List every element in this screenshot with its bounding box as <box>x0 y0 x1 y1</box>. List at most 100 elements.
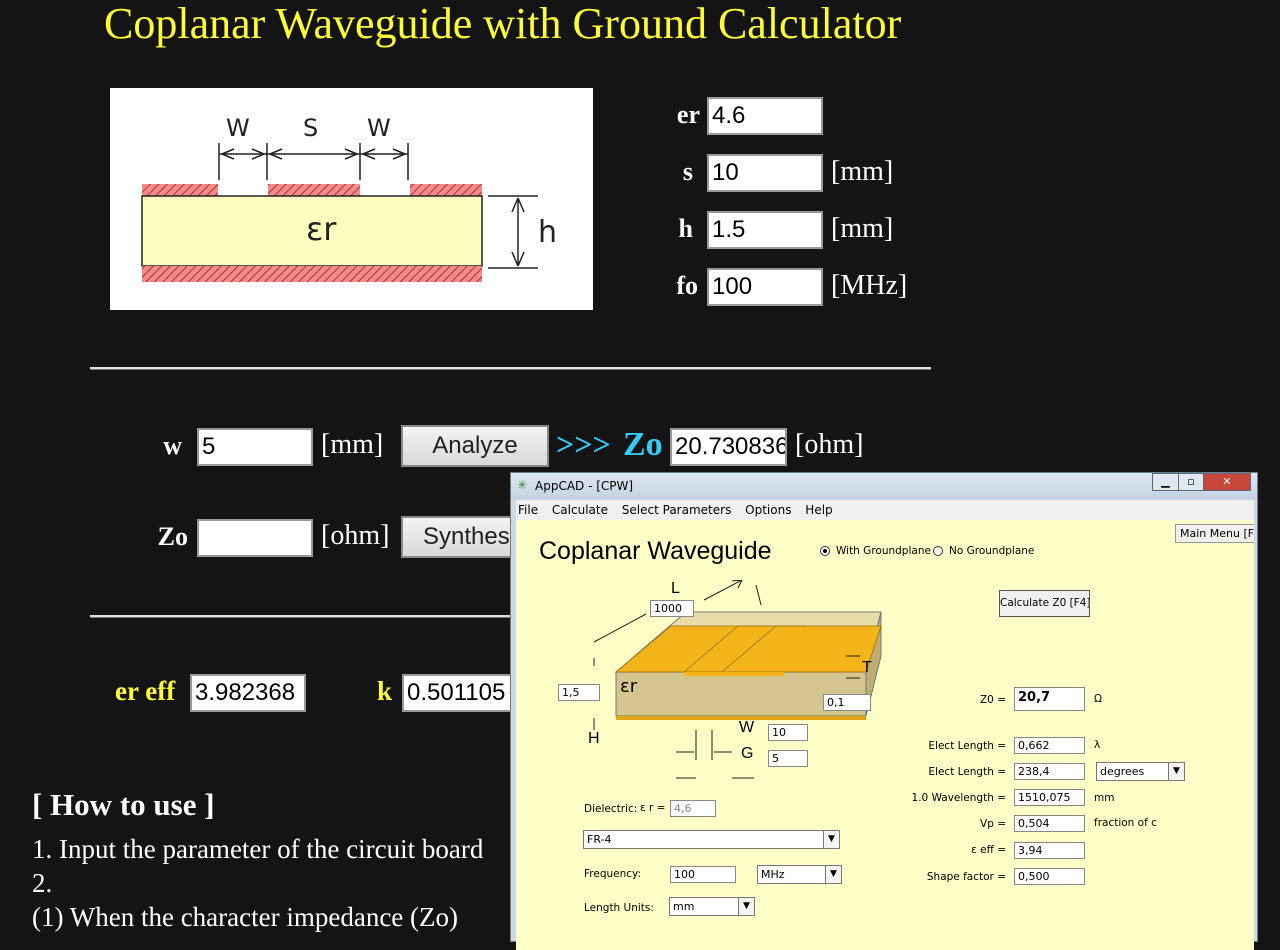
vp-field[interactable]: 0,504 <box>1014 815 1085 832</box>
diagram-h-label: h <box>538 215 557 250</box>
elect-length-1-field[interactable]: 0,662 <box>1014 737 1085 754</box>
w-label: w <box>163 431 182 460</box>
app-icon: ✳ <box>517 478 528 492</box>
diagram-w-right-label: W <box>367 114 391 142</box>
w-unit: [mm] <box>321 429 384 460</box>
howto-heading: [ How to use ] <box>32 787 215 822</box>
er-value-field[interactable]: 4,6 <box>670 800 716 817</box>
dia-L-label: L <box>671 580 680 597</box>
radio-with-groundplane[interactable] <box>820 546 830 556</box>
zo-synth-input[interactable] <box>197 519 313 557</box>
frequency-unit-select[interactable]: MHz ▼ <box>757 865 842 884</box>
s-unit: [mm] <box>831 156 894 187</box>
menu-help[interactable]: Help <box>805 503 832 517</box>
cpw-diagram-svg: W S W εr h <box>141 114 557 282</box>
appcad-menubar: File Calculate Select Parameters Options… <box>516 500 1254 520</box>
appcad-titlebar[interactable]: ✳ AppCAD - [CPW] ▁ ▫ ✕ <box>511 473 1257 499</box>
shape-factor-label: Shape factor = <box>926 871 1006 883</box>
divider-top <box>90 367 931 370</box>
dia-H-field[interactable]: 1,5 <box>558 684 600 701</box>
menu-options[interactable]: Options <box>745 503 791 517</box>
dia-W-label: W <box>739 719 755 736</box>
dia-T-label: T <box>862 659 872 676</box>
dielectric-label: Dielectric: <box>584 803 638 815</box>
elect-length-2-label: Elect Length = <box>928 766 1006 778</box>
arrow-indicator: >>> <box>556 426 611 462</box>
er-eff-label: er eff <box>115 676 176 706</box>
radio-no-label: No Groundplane <box>949 545 1035 557</box>
radio-no-groundplane[interactable] <box>933 546 943 556</box>
chevron-down-icon[interactable]: ▼ <box>738 898 754 915</box>
analyze-button[interactable]: Analyze <box>401 425 549 467</box>
h-unit: [mm] <box>831 213 894 244</box>
diagram-w-left-label: W <box>226 114 250 142</box>
close-icon[interactable]: ✕ <box>1203 473 1251 491</box>
menu-select-parameters[interactable]: Select Parameters <box>622 503 732 517</box>
main-menu-button[interactable]: Main Menu [F8] <box>1175 524 1254 543</box>
fo-input[interactable]: 100 <box>707 268 823 306</box>
elect-length-unit-select[interactable]: degrees ▼ <box>1096 762 1185 781</box>
dia-er-label: εr <box>620 676 638 697</box>
eeff-label: ε eff = <box>971 844 1006 856</box>
menu-calculate[interactable]: Calculate <box>552 503 608 517</box>
zo-result-label: Zo <box>623 426 663 463</box>
w-input[interactable]: 5 <box>197 428 313 466</box>
chevron-down-icon[interactable]: ▼ <box>823 831 839 848</box>
howto-line-1: 1. Input the parameter of the circuit bo… <box>32 834 484 864</box>
diagram-s-label: S <box>303 114 318 142</box>
menu-file[interactable]: File <box>518 503 538 517</box>
appcad-title: AppCAD - [CPW] <box>535 479 634 493</box>
k-label: k <box>377 676 393 706</box>
shape-factor-field[interactable]: 0,500 <box>1014 868 1085 885</box>
appcad-window[interactable]: ✳ AppCAD - [CPW] ▁ ▫ ✕ File Calculate Se… <box>510 472 1258 950</box>
radio-with-label: With Groundplane <box>836 545 931 557</box>
elect-length-1-label: Elect Length = <box>928 740 1006 752</box>
z0-field[interactable]: 20,7 <box>1014 687 1085 711</box>
dia-G-field[interactable]: 5 <box>768 750 808 767</box>
wavelength-field[interactable]: 1510,075 <box>1014 789 1085 806</box>
z0-label: Z0 = <box>979 694 1006 706</box>
zo-synth-unit: [ohm] <box>321 520 390 551</box>
cpw-3d-diagram <box>593 580 882 779</box>
dia-L-field[interactable]: 1000 <box>650 600 694 617</box>
material-select[interactable]: FR-4 ▼ <box>583 830 840 849</box>
howto-line-3: (1) When the character impedance (Zo) <box>32 902 459 932</box>
maximize-icon[interactable]: ▫ <box>1178 473 1204 491</box>
er-eff-field[interactable]: 3.982368 <box>190 674 306 712</box>
zo-result-field[interactable]: 20.730836 <box>670 428 787 466</box>
elect-length-2-field[interactable]: 238,4 <box>1014 763 1085 780</box>
length-units-value: mm <box>673 900 695 913</box>
h-input[interactable]: 1.5 <box>707 211 823 249</box>
appcad-client: Main Menu [F8] Coplanar Waveguide With G… <box>516 520 1254 950</box>
minimize-icon[interactable]: ▁ <box>1152 473 1179 491</box>
er-label: er <box>676 100 700 129</box>
chevron-down-icon[interactable]: ▼ <box>1168 763 1184 780</box>
chevron-down-icon[interactable]: ▼ <box>825 866 841 883</box>
material-value: FR-4 <box>587 833 612 846</box>
dia-W-field[interactable]: 10 <box>768 724 808 741</box>
zo-result-unit: [ohm] <box>795 429 864 460</box>
frequency-field[interactable]: 100 <box>670 866 736 883</box>
dia-H-label: H <box>588 730 600 747</box>
s-label: s <box>682 157 693 186</box>
elect-length-unit-value: degrees <box>1100 765 1145 778</box>
vp-unit: fraction of c <box>1094 817 1157 829</box>
s-input[interactable]: 10 <box>707 154 823 192</box>
page-title: Coplanar Waveguide with Ground Calculato… <box>104 0 902 48</box>
k-field[interactable]: 0.501105 <box>402 674 518 712</box>
fo-unit: [MHz] <box>831 270 908 301</box>
vp-label: Vp = <box>980 818 1006 830</box>
length-units-label: Length Units: <box>584 902 654 914</box>
diagram-er-label: εr <box>306 210 337 248</box>
appcad-heading: Coplanar Waveguide <box>539 537 772 565</box>
eeff-field[interactable]: 3,94 <box>1014 842 1085 859</box>
frequency-label: Frequency: <box>584 868 642 880</box>
length-units-select[interactable]: mm ▼ <box>669 897 755 916</box>
cpw-diagram: W S W εr h <box>110 88 593 310</box>
calculate-z0-button[interactable]: Calculate Z0 [F4] <box>999 590 1090 617</box>
er-input[interactable]: 4.6 <box>707 97 823 135</box>
dia-T-field[interactable]: 0,1 <box>823 694 871 711</box>
howto-line-2: 2. <box>32 868 53 898</box>
zo-synth-label: Zo <box>157 522 188 551</box>
elect-length-1-unit: λ <box>1094 739 1101 751</box>
